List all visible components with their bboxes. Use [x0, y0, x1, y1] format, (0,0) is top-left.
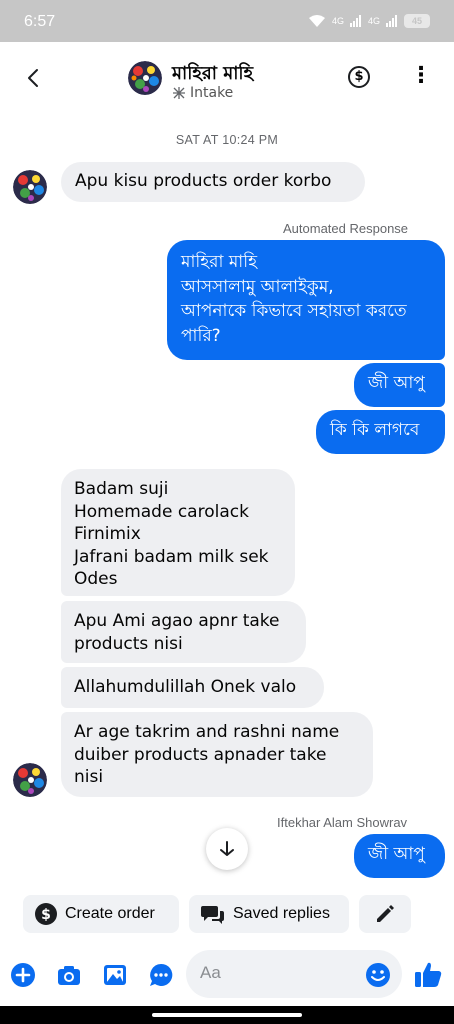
home-indicator[interactable] — [152, 1013, 302, 1017]
status-bar: 6:57 4G 4G 45 — [0, 0, 454, 42]
outgoing-message[interactable]: জী আপু — [354, 363, 445, 407]
more-icon[interactable]: ⋮ — [410, 65, 432, 90]
camera-icon[interactable] — [56, 962, 82, 988]
status-time: 6:57 — [24, 13, 56, 30]
message-text: Odes — [74, 569, 118, 589]
wifi-icon — [308, 15, 325, 27]
message-text: Apu Ami agao apnr take — [74, 611, 280, 631]
edit-button[interactable] — [359, 895, 411, 933]
create-order-button[interactable]: $ Create order — [23, 895, 179, 933]
sender-avatar[interactable] — [13, 170, 47, 204]
status-icons: 4G 4G 45 — [308, 14, 430, 28]
incoming-message[interactable]: Apu kisu products order korbo — [61, 162, 365, 202]
system-nav-bar — [0, 1006, 454, 1024]
dollar-circle-icon: $ — [35, 903, 57, 925]
message-text: Jafrani badam milk sek — [74, 546, 269, 567]
incoming-message[interactable]: Allahumdulillah Onek valo — [61, 667, 324, 708]
message-text: Ar age takrim and rashni name — [74, 722, 340, 742]
message-text: আসসালামু আলাইকুম, — [181, 276, 334, 297]
saved-replies-label: Saved replies — [233, 905, 330, 922]
message-timestamp: SAT AT 10:24 PM — [175, 133, 279, 147]
message-text: duiber products apnader take — [74, 744, 327, 765]
message-text: জী আপু — [368, 373, 425, 393]
message-text: জী আপু — [368, 844, 425, 864]
outgoing-message[interactable]: মাহিরা মাহি আসসালামু আলাইকুম, আপনাকে কিভ… — [167, 240, 445, 360]
sender-name-label: Iftekhar Alam Showrav — [277, 815, 408, 830]
sender-avatar[interactable] — [13, 763, 47, 797]
saved-replies-icon — [201, 906, 224, 924]
chat-icon[interactable] — [148, 962, 174, 988]
message-text: মাহিরা মাহি — [181, 252, 258, 272]
gallery-icon[interactable] — [102, 962, 128, 988]
automated-response-label: Automated Response — [283, 221, 409, 236]
outgoing-message[interactable]: জী আপু — [354, 834, 445, 878]
battery-icon: 45 — [404, 14, 430, 28]
create-order-label: Create order — [65, 905, 155, 922]
message-text: Homemade carolack — [74, 501, 249, 522]
incoming-message[interactable]: Apu Ami agao apnr take products nisi — [61, 601, 306, 663]
message-text: Allahumdulillah Onek valo — [74, 677, 297, 697]
outgoing-message[interactable]: কি কি লাগবে — [316, 410, 445, 454]
network-label-1: 4G — [331, 16, 344, 26]
dollar-icon[interactable]: $ — [348, 66, 370, 88]
message-text: কি কি লাগবে — [330, 420, 420, 440]
subtitle-label: Intake — [190, 85, 234, 101]
intake-icon — [173, 87, 185, 99]
contact-avatar[interactable] — [128, 61, 162, 95]
arrow-down-icon — [220, 841, 234, 856]
incoming-message[interactable]: Badam suji Homemade carolack Firnimix Ja… — [61, 469, 295, 596]
back-button[interactable] — [20, 64, 48, 92]
message-text: পারি? — [181, 325, 221, 346]
message-text: Apu kisu products order korbo — [75, 171, 332, 191]
signal-icon — [349, 15, 361, 27]
saved-replies-button[interactable]: Saved replies — [189, 895, 349, 933]
network-label-2: 4G — [367, 16, 380, 26]
pencil-icon — [377, 905, 394, 922]
contact-subtitle[interactable]: Intake — [172, 85, 233, 101]
chat-header: মাহিরা মাহি Intake $ ⋮ — [0, 42, 454, 114]
message-text: Badam suji — [74, 479, 169, 499]
message-text: আপনাকে কিভাবে সহায়তা করতে — [181, 301, 407, 321]
incoming-message[interactable]: Ar age takrim and rashni name duiber pro… — [61, 712, 373, 797]
message-text: nisi — [74, 767, 104, 787]
message-input-placeholder: Aa — [200, 963, 221, 982]
scroll-down-button[interactable] — [206, 828, 248, 870]
emoji-icon[interactable] — [365, 962, 391, 988]
thumbs-up-icon[interactable] — [413, 959, 443, 989]
message-text: products nisi — [74, 633, 183, 654]
plus-icon[interactable] — [10, 962, 36, 988]
back-icon — [28, 69, 38, 87]
svg-text:$: $ — [41, 907, 51, 923]
signal-icon — [386, 15, 397, 27]
composer-bar: Aa — [0, 950, 454, 1000]
message-text: Firnimix — [74, 524, 141, 544]
